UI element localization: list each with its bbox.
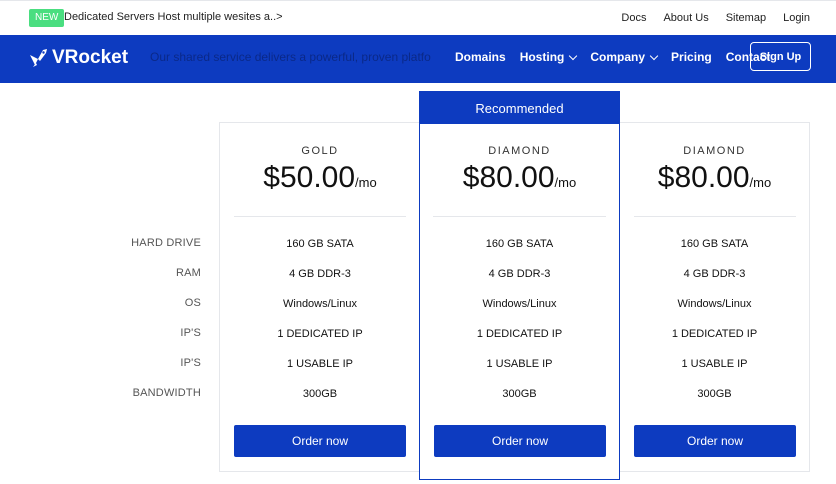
sitemap-link[interactable]: Sitemap (726, 12, 766, 24)
nav-item-company[interactable]: Company (590, 50, 659, 64)
login-link[interactable]: Login (783, 12, 810, 24)
nav-menu: Domains Hosting Company Pricing Contact (455, 50, 770, 64)
feature-value: 1 DEDICATED IP (671, 328, 758, 340)
feature-value: 160 GB SATA (286, 238, 354, 250)
feature-value: 160 GB SATA (680, 238, 749, 250)
feature-label-bandwidth: BANDWIDTH (132, 387, 201, 399)
chevron-down-icon (569, 51, 578, 60)
nav-item-label: Domains (455, 50, 506, 64)
price-amount: $80.00 (462, 161, 555, 194)
rocket-icon (30, 49, 47, 67)
feature-value: 1 USABLE IP (681, 358, 748, 370)
feature-label-ram: RAM (175, 267, 201, 279)
divider (433, 216, 606, 217)
plan-name: DIAMOND (488, 145, 551, 157)
nav-item-domains[interactable]: Domains (455, 50, 506, 64)
feature-value: 300GB (302, 388, 338, 400)
feature-value: 300GB (502, 388, 537, 400)
chevron-down-icon (649, 51, 659, 60)
sign-up-button[interactable]: Sign Up (750, 42, 811, 71)
nav-item-label: Company (590, 50, 646, 64)
announcement-link[interactable]: Dedicated Servers Host multiple wesites … (64, 11, 283, 23)
nav-item-label: Pricing (671, 50, 712, 64)
recommended-banner: Recommended (420, 92, 619, 124)
feature-value: Windows/Linux (482, 298, 557, 310)
nav-item-pricing[interactable]: Pricing (671, 50, 712, 64)
price-period: /mo (554, 175, 577, 190)
price-period: /mo (355, 175, 377, 190)
feature-label-ips: IP'S (180, 327, 201, 339)
feature-label-hard-drive: HARD DRIVE (131, 237, 201, 249)
price-amount: $80.00 (657, 161, 750, 194)
plan-price: $80.00/mo (620, 161, 809, 195)
feature-value: Windows/Linux (283, 298, 357, 310)
feature-value: 1 USABLE IP (286, 358, 354, 370)
price-amount: $50.00 (263, 161, 356, 194)
feature-value: 300GB (697, 388, 732, 400)
nav-item-label: Hosting (519, 50, 565, 64)
plan-card-diamond-recommended: Recommended DIAMOND $80.00/mo 160 GB SAT… (419, 91, 620, 480)
plan-card-diamond: DIAMOND $80.00/mo 160 GB SATA 4 GB DDR-3… (620, 122, 810, 472)
docs-link[interactable]: Docs (621, 12, 646, 24)
ghost-tagline: Our shared service delivers a powerful, … (150, 50, 431, 64)
feature-value: 4 GB DDR-3 (289, 268, 351, 280)
feature-labels: HARD DRIVE RAM OS IP'S IP'S BANDWIDTH (100, 232, 201, 412)
feature-value: 4 GB DDR-3 (683, 268, 746, 280)
plan-price: $50.00/mo (220, 161, 420, 195)
plan-features: 160 GB SATA 4 GB DDR-3 Windows/Linux 1 D… (620, 233, 809, 413)
feature-value: 160 GB SATA (485, 238, 554, 250)
order-now-button[interactable]: Order now (234, 425, 406, 457)
feature-value: 4 GB DDR-3 (488, 268, 551, 280)
plan-name: DIAMOND (683, 145, 746, 157)
price-period: /mo (749, 175, 772, 190)
feature-value: 1 USABLE IP (486, 358, 553, 370)
feature-value: 1 DEDICATED IP (277, 328, 363, 340)
new-badge: NEW (29, 9, 65, 27)
nav-item-hosting[interactable]: Hosting (519, 50, 578, 64)
order-now-button[interactable]: Order now (634, 425, 796, 457)
divider (234, 216, 406, 217)
logo-text: VRocket (52, 47, 129, 68)
logo[interactable]: VRocket (28, 47, 128, 69)
top-links: Docs About Us Sitemap Login (621, 12, 810, 24)
feature-label-os: OS (184, 297, 201, 309)
about-us-link[interactable]: About Us (663, 12, 708, 24)
plan-features: 160 GB SATA 4 GB DDR-3 Windows/Linux 1 D… (220, 233, 420, 413)
feature-value: 1 DEDICATED IP (476, 328, 563, 340)
plan-price: $80.00/mo (420, 161, 619, 195)
main-nav: VRocket Our shared service delivers a po… (0, 35, 836, 83)
plan-name: GOLD (301, 145, 339, 157)
plan-card-gold: GOLD $50.00/mo 160 GB SATA 4 GB DDR-3 Wi… (219, 122, 420, 472)
divider (634, 216, 796, 217)
order-now-button[interactable]: Order now (434, 425, 606, 457)
plan-features: 160 GB SATA 4 GB DDR-3 Windows/Linux 1 D… (420, 233, 619, 413)
feature-label-ips-usable: IP'S (180, 357, 201, 369)
top-bar: NEW Dedicated Servers Host multiple wesi… (0, 0, 836, 35)
feature-value: Windows/Linux (677, 298, 752, 310)
